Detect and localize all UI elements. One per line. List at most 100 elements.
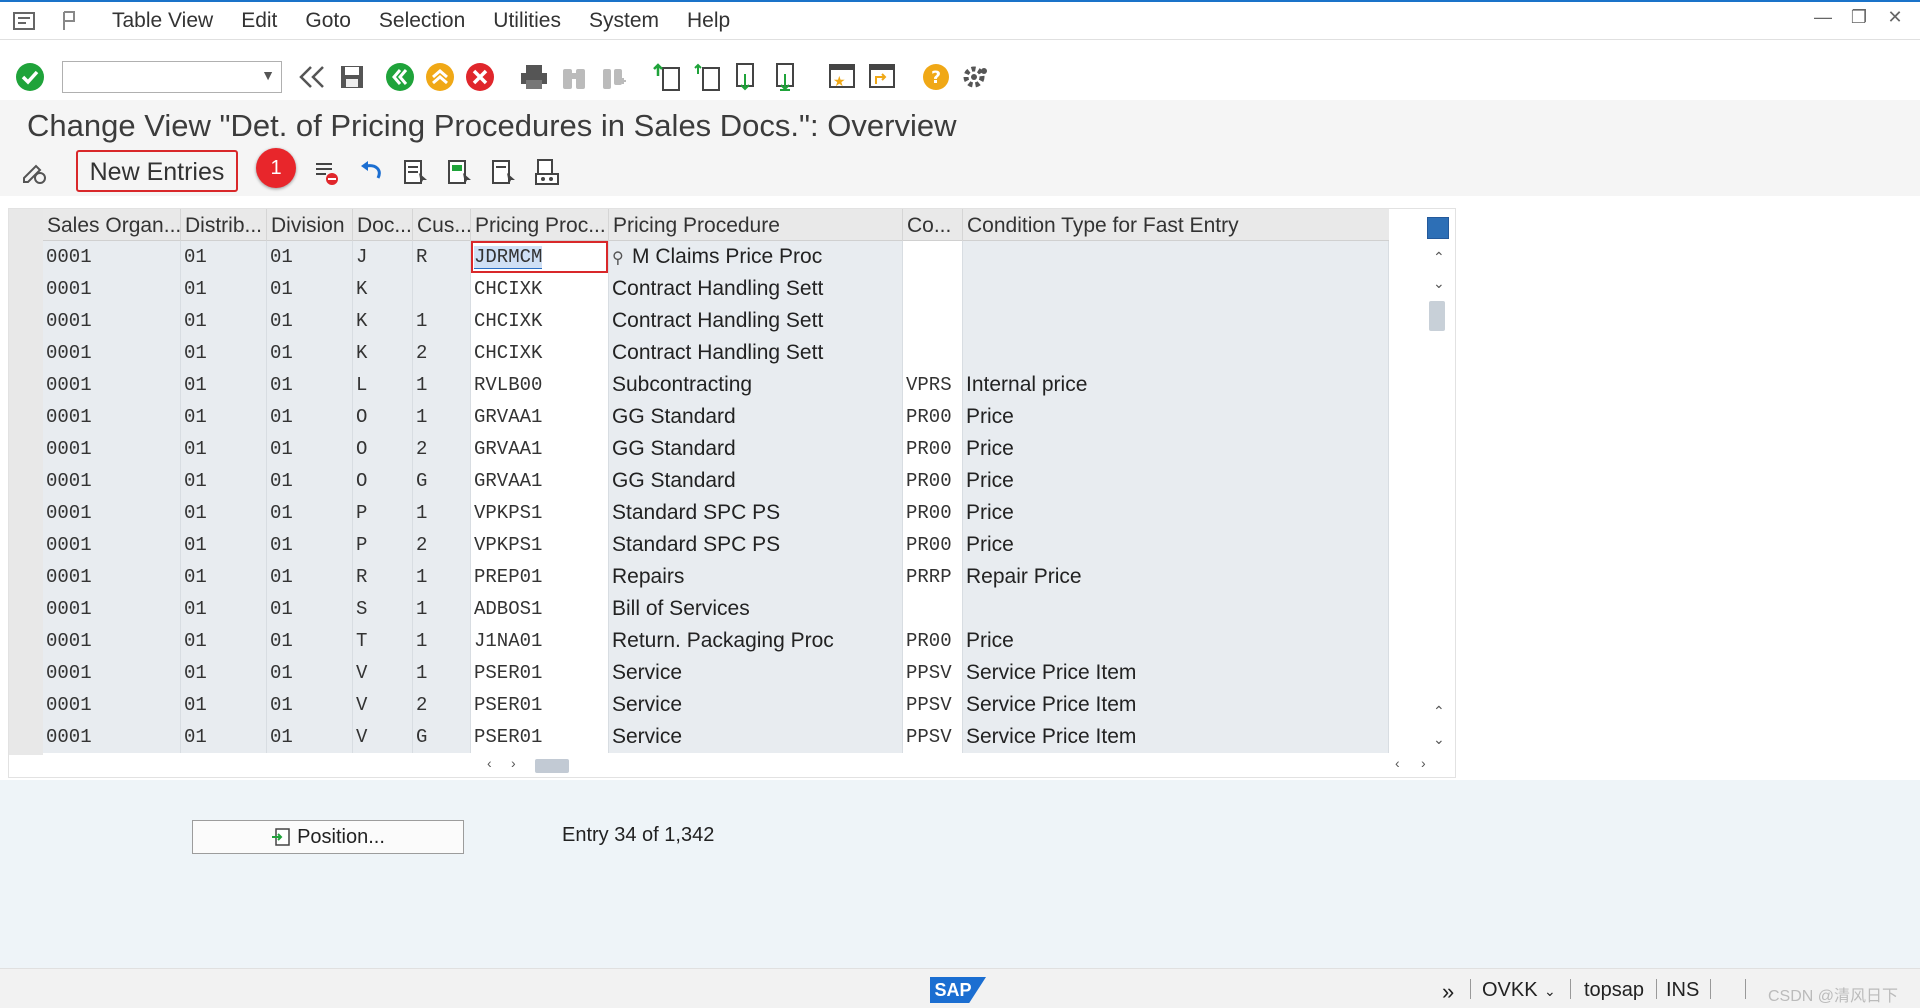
table-row[interactable]: 0001 01 01 O 1 GRVAA1 GG Standard PR00 Price [43,401,1389,433]
col-document-pricing[interactable]: Doc... [353,209,413,241]
table-row[interactable]: 0001 01 01 L 1 RVLB00 Subcontracting VPRS Intern… [43,369,1389,401]
cell-condition-type[interactable]: PRRP [903,561,963,593]
previous-page-icon[interactable] [690,59,726,95]
table-row[interactable]: 0001 01 01 V 1 PSER01 Service PPSV Service Price… [43,657,1389,689]
col-sales-organization[interactable]: Sales Organ... [43,209,181,241]
command-field[interactable]: ▼ [62,61,282,93]
cell-condition-type[interactable] [903,337,963,369]
table-row[interactable]: 0001 01 01 T 1 J1NA01 Return. Packaging Proc PR… [43,625,1389,657]
table-row[interactable]: 0001 01 01 O G GRVAA1 GG Standard PR00 Price [43,465,1389,497]
page-down-icon[interactable]: ⌄ [1433,731,1445,748]
display-change-icon[interactable] [18,156,50,188]
table-row[interactable]: 0001 01 01 O 2 GRVAA1 GG Standard PR00 Price [43,433,1389,465]
cell-pricing-proc[interactable]: GRVAA1 [471,401,609,433]
table-row[interactable]: 0001 01 01 J R JDRMCM ⚲ M Claims Price Proc [43,241,1389,273]
value-help-icon[interactable]: ⚲ [612,243,632,273]
vertical-scroll-thumb[interactable] [1429,301,1445,331]
cell-pricing-proc[interactable]: GRVAA1 [471,465,609,497]
transaction-dropdown-icon[interactable]: ⌄ [1544,983,1556,1000]
col-condition-type[interactable]: Co... [903,209,963,241]
print-icon[interactable] [516,59,552,95]
table-row[interactable]: 0001 01 01 R 1 PREP01 Repairs PRRP Repair Price [43,561,1389,593]
cell-condition-type[interactable] [903,305,963,337]
save-icon[interactable] [334,59,370,95]
table-row[interactable]: 0001 01 01 K 1 CHCIXK Contract Handling Sett [43,305,1389,337]
collapse-icon[interactable] [294,59,330,95]
cell-condition-type[interactable]: VPRS [903,369,963,401]
menu-help[interactable]: Help [687,9,730,33]
expand-status-icon[interactable]: » [1442,979,1454,1005]
scroll-far-left-icon[interactable]: ‹ [1395,755,1400,771]
selected-value[interactable]: JDRMCM [474,246,543,269]
menu-table-view[interactable]: Table View [112,9,213,33]
close-window-icon[interactable]: ✕ [1884,6,1906,28]
col-pricing-procedure[interactable]: Pricing Procedure [609,209,903,241]
transaction-code[interactable]: OVKK [1482,979,1538,1002]
cell-condition-type[interactable]: PR00 [903,401,963,433]
cell-condition-type[interactable]: PR00 [903,529,963,561]
col-pricing-proc[interactable]: Pricing Proc... [471,209,609,241]
cell-pricing-proc[interactable]: RVLB00 [471,369,609,401]
cell-pricing-proc[interactable]: CHCIXK [471,305,609,337]
cell-condition-type[interactable]: PR00 [903,465,963,497]
scroll-up-icon[interactable]: ⌃ [1433,249,1445,266]
exit-icon[interactable] [422,59,458,95]
cell-pricing-proc[interactable]: GRVAA1 [471,433,609,465]
horizontal-scrollbar[interactable]: ‹ › ‹ › [479,755,1449,777]
select-all-icon[interactable] [400,156,432,188]
cell-condition-type[interactable]: PPSV [903,657,963,689]
position-button[interactable]: Position... [192,820,464,854]
table-row[interactable]: 0001 01 01 V G PSER01 Service PPSV Service Price… [43,721,1389,753]
shortcut-icon[interactable] [864,59,900,95]
menu-system[interactable]: System [589,9,659,33]
undo-icon[interactable] [356,156,388,188]
table-row[interactable]: 0001 01 01 V 2 PSER01 Service PPSV Service Price… [43,689,1389,721]
cell-pricing-proc[interactable]: JDRMCM [471,241,609,273]
cell-pricing-proc[interactable]: VPKPS1 [471,497,609,529]
cell-condition-type[interactable]: PPSV [903,689,963,721]
next-page-icon[interactable] [730,59,766,95]
cell-pricing-proc[interactable]: J1NA01 [471,625,609,657]
menu-edit[interactable]: Edit [241,9,277,33]
cell-pricing-proc[interactable]: PSER01 [471,689,609,721]
table-row[interactable]: 0001 01 01 S 1 ADBOS1 Bill of Services [43,593,1389,625]
scroll-far-right-icon[interactable]: › [1421,755,1426,771]
minimize-icon[interactable]: — [1812,6,1834,28]
page-up-icon[interactable]: ⌃ [1433,703,1445,720]
table-row[interactable]: 0001 01 01 P 2 VPKPS1 Standard SPC PS PR00 Price [43,529,1389,561]
cell-condition-type[interactable] [903,593,963,625]
scroll-right-icon[interactable]: › [511,755,516,771]
cell-condition-type[interactable] [903,241,963,273]
col-division[interactable]: Division [267,209,353,241]
table-row[interactable]: 0001 01 01 K 2 CHCIXK Contract Handling Sett [43,337,1389,369]
new-entries-button[interactable]: New Entries [80,155,234,189]
menu-selection[interactable]: Selection [379,9,465,33]
find-next-icon[interactable] [596,59,632,95]
menu-goto[interactable]: Goto [305,9,351,33]
favorites-icon[interactable] [56,7,84,35]
print-field-list-icon[interactable] [532,156,564,188]
create-session-icon[interactable]: ★ [824,59,860,95]
scroll-down-icon[interactable]: ⌄ [1433,275,1445,292]
table-settings-icon[interactable] [1427,217,1449,239]
table-row[interactable]: 0001 01 01 P 1 VPKPS1 Standard SPC PS PR00 Price [43,497,1389,529]
find-icon[interactable] [556,59,592,95]
cell-pricing-proc[interactable]: VPKPS1 [471,529,609,561]
help-icon[interactable]: ? [918,59,954,95]
cancel-icon[interactable] [462,59,498,95]
back-icon[interactable] [382,59,418,95]
cell-condition-type[interactable]: PR00 [903,433,963,465]
cell-condition-type[interactable]: PR00 [903,625,963,657]
chevron-down-icon[interactable]: ▼ [261,67,275,83]
insert-mode[interactable]: INS [1666,979,1699,1002]
restore-icon[interactable]: ❐ [1848,6,1870,28]
cell-pricing-proc[interactable]: PREP01 [471,561,609,593]
cell-pricing-proc[interactable]: CHCIXK [471,337,609,369]
deselect-all-icon[interactable] [488,156,520,188]
select-block-icon[interactable] [444,156,476,188]
menu-icon[interactable] [10,7,38,35]
enter-button[interactable] [12,59,48,95]
table-row[interactable]: 0001 01 01 K CHCIXK Contract Handling Sett [43,273,1389,305]
settings-gear-icon[interactable] [958,59,994,95]
cell-pricing-proc[interactable]: PSER01 [471,721,609,753]
